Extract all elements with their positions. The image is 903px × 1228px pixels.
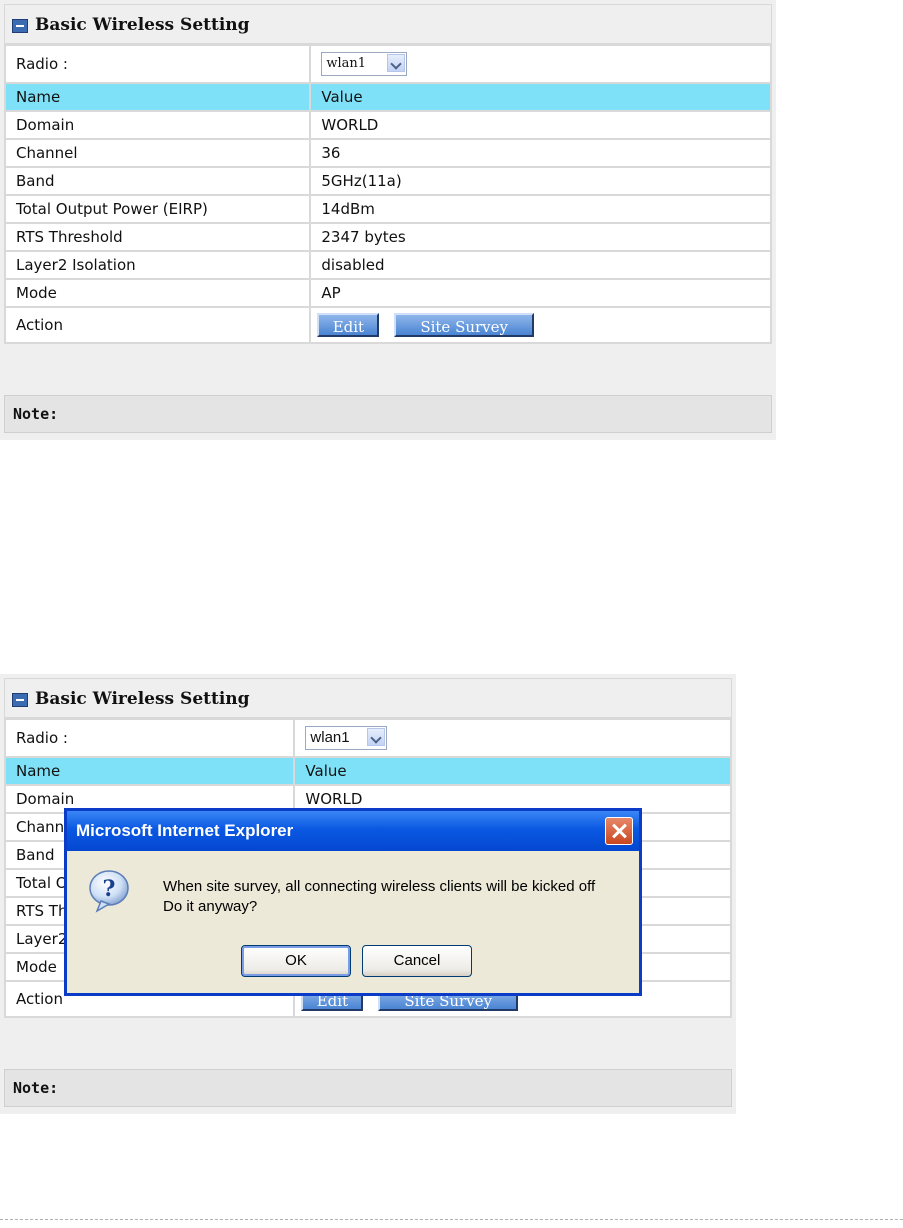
note-label: Note: [13, 1079, 59, 1097]
table-row: Total Output Power (EIRP)14dBm [3, 194, 772, 224]
edit-button[interactable]: Edit [317, 313, 380, 337]
table-row: ModeAP [3, 278, 772, 308]
table-row: Domain WORLD [3, 110, 772, 140]
row-value: 36 [309, 138, 772, 168]
radio-select[interactable]: wlan1 [321, 52, 408, 76]
row-name: Domain [3, 110, 312, 140]
site-survey-button[interactable]: Site Survey [394, 313, 535, 337]
radio-select-value: wlan1 [326, 56, 367, 71]
column-header-value: Value [309, 82, 772, 112]
dialog-title: Microsoft Internet Explorer [76, 821, 294, 840]
panel-title: Basic Wireless Setting [35, 689, 250, 709]
row-name: Total Output Power (EIRP) [3, 194, 312, 224]
row-name: Channel [3, 138, 312, 168]
radio-label: Radio : [3, 718, 296, 758]
page-divider [0, 1219, 903, 1220]
dialog-message: When site survey, all connecting wireles… [163, 877, 595, 917]
table-row: Band5GHz(11a) [3, 166, 772, 196]
panel-title-bar: Basic Wireless Setting [4, 678, 732, 718]
chevron-down-icon[interactable] [387, 54, 406, 72]
ok-button[interactable]: OK [241, 945, 351, 977]
column-header-name: Name [3, 756, 296, 786]
note-bar: Note: [4, 395, 772, 433]
cancel-button[interactable]: Cancel [362, 945, 472, 977]
dialog-message-line2: Do it anyway? [163, 898, 258, 915]
row-name: Layer2 Isolation [3, 250, 312, 280]
table-row: Layer2 Isolationdisabled [3, 250, 772, 280]
panel-title: Basic Wireless Setting [35, 15, 250, 35]
row-name: Mode [3, 278, 312, 308]
confirm-dialog: Microsoft Internet Explorer ? When site … [64, 808, 642, 996]
row-value: AP [309, 278, 772, 308]
row-value: disabled [309, 250, 772, 280]
arrow-right-icon [12, 693, 28, 707]
close-icon[interactable] [605, 817, 633, 845]
dialog-message-line1: When site survey, all connecting wireles… [163, 878, 596, 895]
row-value: 14dBm [309, 194, 772, 224]
row-name: Band [3, 166, 312, 196]
note-label: Note: [13, 405, 59, 423]
radio-label: Radio : [3, 44, 312, 84]
table-row: Channel36 [3, 138, 772, 168]
action-row: Action Edit Site Survey [3, 306, 772, 344]
question-icon: ? [89, 870, 129, 913]
table-row: RTS Threshold2347 bytes [3, 222, 772, 252]
basic-wireless-panel-1: Basic Wireless Setting Radio : wlan1 Nam… [0, 0, 776, 440]
column-header-value: Value [293, 756, 732, 786]
row-value: 5GHz(11a) [309, 166, 772, 196]
settings-table: Radio : wlan1 Name Value Domain WORLD Cha… [3, 44, 772, 344]
arrow-right-icon [12, 19, 28, 33]
radio-select[interactable]: wlan1 [305, 726, 388, 750]
row-value: WORLD [309, 110, 772, 140]
panel-title-bar: Basic Wireless Setting [4, 4, 772, 44]
action-label: Action [3, 306, 312, 344]
row-name: RTS Threshold [3, 222, 312, 252]
row-value: 2347 bytes [309, 222, 772, 252]
column-header-name: Name [3, 82, 312, 112]
dialog-title-bar[interactable]: Microsoft Internet Explorer [67, 811, 639, 851]
note-bar: Note: [4, 1069, 732, 1107]
radio-select-value: wlan1 [310, 729, 350, 746]
chevron-down-icon[interactable] [367, 728, 386, 746]
svg-text:?: ? [103, 876, 116, 902]
